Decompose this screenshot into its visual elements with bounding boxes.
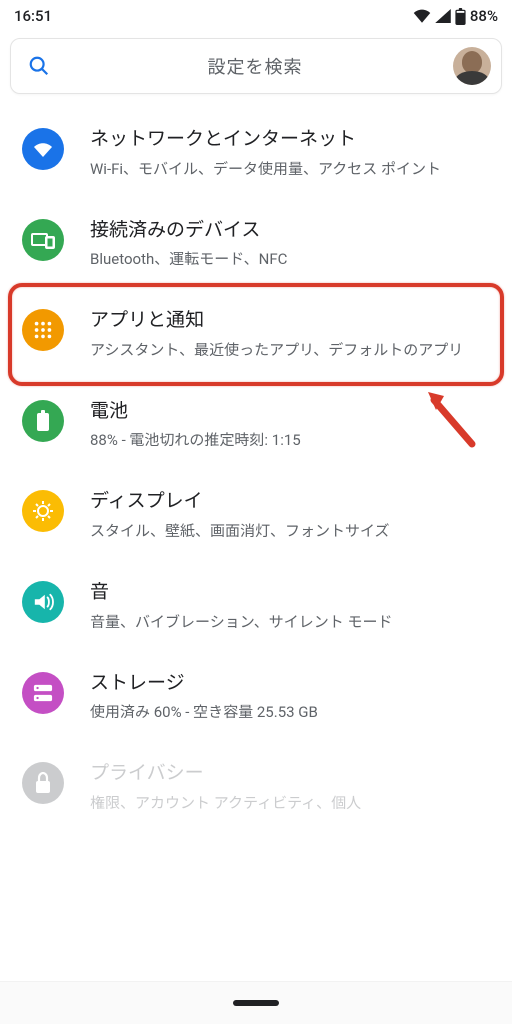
storage-icon — [22, 672, 64, 714]
wifi-icon — [413, 9, 431, 23]
item-subtitle: 権限、アカウント アクティビティ、個人 — [90, 791, 490, 815]
search-bar[interactable]: 設定を検索 — [10, 38, 502, 94]
item-subtitle: スタイル、壁紙、画面消灯、フォントサイズ — [90, 519, 490, 543]
search-icon — [21, 55, 57, 77]
apps-icon — [22, 309, 64, 351]
battery-percent: 88% — [470, 7, 498, 25]
settings-item-apps-notifications[interactable]: アプリと通知 アシスタント、最近使ったアプリ、デフォルトのアプリ — [0, 289, 512, 380]
display-icon — [22, 490, 64, 532]
devices-icon — [22, 219, 64, 261]
status-icons: 88% — [413, 7, 498, 25]
avatar[interactable] — [453, 47, 491, 85]
privacy-icon — [22, 762, 64, 804]
wifi-circle-icon — [22, 128, 64, 170]
settings-item-connected-devices[interactable]: 接続済みのデバイス Bluetooth、運転モード、NFC — [0, 199, 512, 290]
navigation-bar[interactable] — [0, 982, 512, 1024]
item-title: プライバシー — [90, 760, 490, 787]
item-title: 音 — [90, 579, 490, 606]
item-title: ストレージ — [90, 670, 490, 697]
battery-circle-icon — [22, 400, 64, 442]
item-subtitle: Wi-Fi、モバイル、データ使用量、アクセス ポイント — [90, 157, 490, 181]
item-title: 接続済みのデバイス — [90, 217, 490, 244]
item-subtitle: Bluetooth、運転モード、NFC — [90, 247, 490, 271]
item-title: ディスプレイ — [90, 488, 490, 515]
settings-item-network[interactable]: ネットワークとインターネット Wi-Fi、モバイル、データ使用量、アクセス ポイ… — [0, 108, 512, 199]
item-subtitle: 音量、バイブレーション、サイレント モード — [90, 610, 490, 634]
item-subtitle: 使用済み 60% - 空き容量 25.53 GB — [90, 700, 490, 724]
battery-icon — [455, 8, 466, 25]
status-time: 16:51 — [14, 7, 52, 25]
settings-item-storage[interactable]: ストレージ 使用済み 60% - 空き容量 25.53 GB — [0, 652, 512, 743]
settings-list: ネットワークとインターネット Wi-Fi、モバイル、データ使用量、アクセス ポイ… — [0, 102, 512, 833]
nav-pill-icon — [233, 1000, 279, 1006]
item-title: アプリと通知 — [90, 307, 490, 334]
item-title: 電池 — [90, 398, 490, 425]
settings-item-battery[interactable]: 電池 88% - 電池切れの推定時刻: 1:15 — [0, 380, 512, 471]
item-title: ネットワークとインターネット — [90, 126, 490, 153]
sound-icon — [22, 581, 64, 623]
settings-item-sound[interactable]: 音 音量、バイブレーション、サイレント モード — [0, 561, 512, 652]
settings-item-display[interactable]: ディスプレイ スタイル、壁紙、画面消灯、フォントサイズ — [0, 470, 512, 561]
search-placeholder: 設定を検索 — [57, 53, 453, 79]
settings-item-privacy[interactable]: プライバシー 権限、アカウント アクティビティ、個人 — [0, 742, 512, 833]
signal-icon — [435, 9, 451, 23]
status-bar: 16:51 88% — [0, 0, 512, 32]
item-subtitle: アシスタント、最近使ったアプリ、デフォルトのアプリ — [90, 338, 490, 362]
item-subtitle: 88% - 電池切れの推定時刻: 1:15 — [90, 428, 490, 452]
